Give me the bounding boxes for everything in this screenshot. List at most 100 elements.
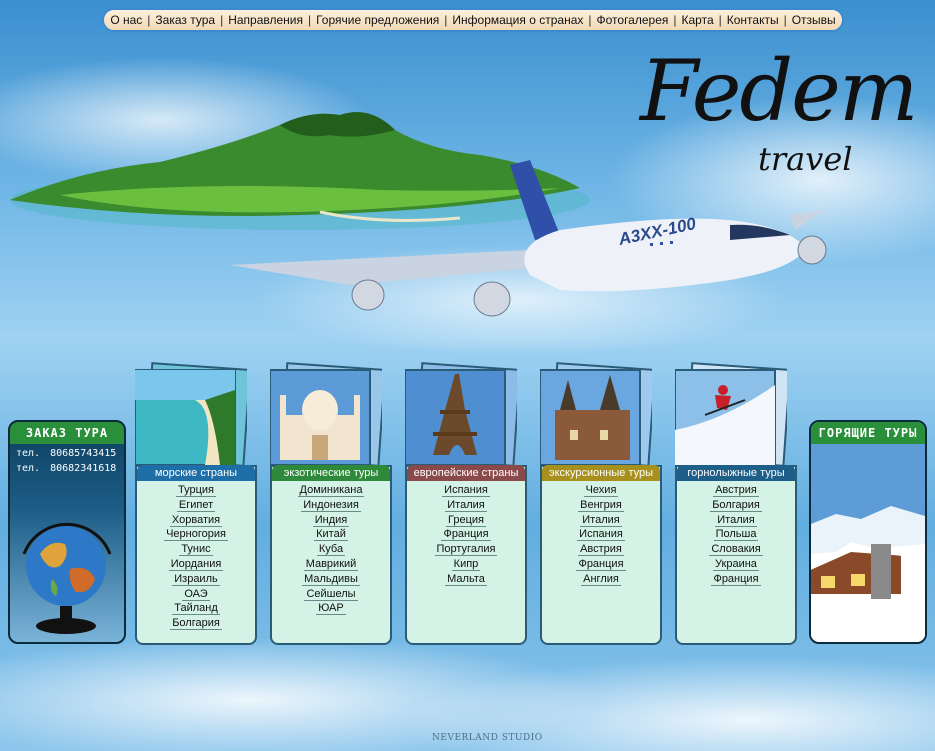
globe-image bbox=[22, 522, 112, 634]
country-link[interactable]: Франция bbox=[441, 528, 491, 542]
nav-order-tour[interactable]: Заказ тура bbox=[150, 13, 220, 27]
country-link[interactable]: Черногория bbox=[164, 528, 228, 542]
country-list: Австрия Болгария Италия Польша Словакия … bbox=[677, 481, 795, 587]
nav-directions[interactable]: Направления bbox=[223, 13, 308, 27]
category-excursion-tours: экскурсионные туры Чехия Венгрия Италия … bbox=[540, 465, 662, 645]
top-navigation: О нас | Заказ тура | Направления | Горячие … bbox=[102, 8, 844, 32]
country-link[interactable]: Англия bbox=[581, 572, 621, 586]
nav-reviews[interactable]: Отзывы bbox=[787, 13, 841, 27]
order-tour-box[interactable]: ЗАКАЗ ТУРА тел. 80685743415 тел. 806823416… bbox=[8, 420, 126, 644]
country-link[interactable]: Франция bbox=[576, 557, 626, 571]
country-link[interactable]: Болгария bbox=[710, 498, 762, 512]
country-link[interactable]: Индонезия bbox=[301, 498, 361, 512]
country-link[interactable]: Иордания bbox=[168, 557, 224, 571]
logo-fedem[interactable]: Fedem bbox=[640, 42, 919, 140]
list-item: Греция bbox=[407, 513, 525, 528]
phone-2-number: 80682341618 bbox=[50, 463, 117, 474]
country-link[interactable]: Индия bbox=[312, 513, 350, 527]
country-link[interactable]: Турция bbox=[176, 484, 216, 497]
list-item: ОАЭ bbox=[137, 587, 255, 602]
list-item: Португалия bbox=[407, 542, 525, 557]
list-item: Австрия bbox=[542, 542, 660, 557]
list-item: Сейшелы bbox=[272, 587, 390, 602]
exotic-tours-photo bbox=[270, 362, 382, 465]
nav-contacts[interactable]: Контакты bbox=[722, 13, 784, 27]
country-link[interactable]: Словакия bbox=[709, 543, 763, 557]
category-title[interactable]: европейские страны bbox=[407, 465, 525, 481]
list-item: Австрия bbox=[677, 483, 795, 498]
list-item: Венгрия bbox=[542, 498, 660, 513]
country-link[interactable]: Австрия bbox=[578, 543, 624, 557]
list-item: Тайланд bbox=[137, 601, 255, 616]
country-link[interactable]: Кипр bbox=[451, 557, 481, 571]
list-item: Чехия bbox=[542, 483, 660, 498]
phone-1-label: тел. bbox=[16, 448, 41, 459]
list-item: Франция bbox=[542, 557, 660, 572]
country-link[interactable]: Испания bbox=[577, 528, 625, 542]
country-link[interactable]: ОАЭ bbox=[182, 587, 210, 601]
nav-photo-gallery[interactable]: Фотогалерея bbox=[592, 13, 674, 27]
country-link[interactable]: Италия bbox=[580, 513, 622, 527]
footer-credit: NEVERLAND STUDIO bbox=[432, 733, 543, 743]
list-item: Италия bbox=[677, 513, 795, 528]
country-link[interactable]: Тайланд bbox=[172, 602, 220, 616]
country-link[interactable]: Мальта bbox=[445, 572, 487, 586]
hot-tours-box[interactable]: ГОРЯЩИЕ ТУРЫ bbox=[809, 420, 927, 644]
country-link[interactable]: Франция bbox=[711, 572, 761, 586]
list-item: Польша bbox=[677, 527, 795, 542]
phone-1-number: 80685743415 bbox=[50, 448, 117, 459]
country-link[interactable]: Болгария bbox=[170, 617, 222, 631]
list-item: Мальта bbox=[407, 572, 525, 587]
country-link[interactable]: Куба bbox=[316, 543, 346, 557]
category-title[interactable]: экзотические туры bbox=[272, 465, 390, 481]
list-item: Египет bbox=[137, 498, 255, 513]
nav-about[interactable]: О нас bbox=[105, 13, 147, 27]
country-link[interactable]: Италия bbox=[715, 513, 757, 527]
country-link[interactable]: Польша bbox=[713, 528, 759, 542]
country-link[interactable]: Чехия bbox=[583, 484, 619, 497]
nav-map[interactable]: Карта bbox=[677, 13, 719, 27]
list-item: Индия bbox=[272, 513, 390, 528]
country-link[interactable]: Китай bbox=[314, 528, 348, 542]
country-link[interactable]: Израиль bbox=[172, 572, 220, 586]
country-link[interactable]: Греция bbox=[446, 513, 486, 527]
list-item: Куба bbox=[272, 542, 390, 557]
country-link[interactable]: Мальдивы bbox=[302, 572, 360, 586]
country-link[interactable]: Португалия bbox=[434, 543, 498, 557]
list-item: Украина bbox=[677, 557, 795, 572]
list-item: Индонезия bbox=[272, 498, 390, 513]
list-item: Франция bbox=[407, 527, 525, 542]
country-link[interactable]: Доминикана bbox=[297, 484, 365, 497]
european-countries-photo bbox=[405, 362, 517, 465]
country-link[interactable]: Хорватия bbox=[169, 513, 223, 527]
country-link[interactable]: Сейшелы bbox=[304, 587, 358, 601]
sea-countries-photo bbox=[135, 362, 247, 465]
country-link[interactable]: Венгрия bbox=[578, 498, 624, 512]
list-item: Франция bbox=[677, 572, 795, 587]
list-item: Тунис bbox=[137, 542, 255, 557]
phone-2: тел. 80682341618 bbox=[10, 459, 124, 474]
nav-hot-offers[interactable]: Горячие предложения bbox=[311, 13, 444, 27]
country-link[interactable]: Египет bbox=[176, 498, 216, 512]
country-link[interactable]: Маврикий bbox=[303, 557, 359, 571]
list-item: Мальдивы bbox=[272, 572, 390, 587]
nav-country-info[interactable]: Информация о странах bbox=[447, 13, 588, 27]
phone-1: тел. 80685743415 bbox=[10, 444, 124, 459]
phone-2-label: тел. bbox=[16, 463, 41, 474]
list-item: Англия bbox=[542, 572, 660, 587]
country-link[interactable]: Австрия bbox=[713, 484, 759, 497]
list-item: Маврикий bbox=[272, 557, 390, 572]
list-item: Словакия bbox=[677, 542, 795, 557]
category-title[interactable]: горнолыжные туры bbox=[677, 465, 795, 481]
country-link[interactable]: Испания bbox=[442, 484, 490, 497]
country-link[interactable]: Украина bbox=[713, 557, 759, 571]
list-item: Кипр bbox=[407, 557, 525, 572]
country-link[interactable]: Тунис bbox=[179, 543, 213, 557]
country-link[interactable]: Италия bbox=[445, 498, 487, 512]
list-item: Болгария bbox=[137, 616, 255, 631]
category-title[interactable]: экскурсионные туры bbox=[542, 465, 660, 481]
category-title[interactable]: морские страны bbox=[137, 465, 255, 481]
order-tour-title: ЗАКАЗ ТУРА bbox=[10, 422, 124, 444]
country-link[interactable]: ЮАР bbox=[316, 602, 346, 616]
airplane-image: A3XX-100 bbox=[230, 160, 827, 317]
